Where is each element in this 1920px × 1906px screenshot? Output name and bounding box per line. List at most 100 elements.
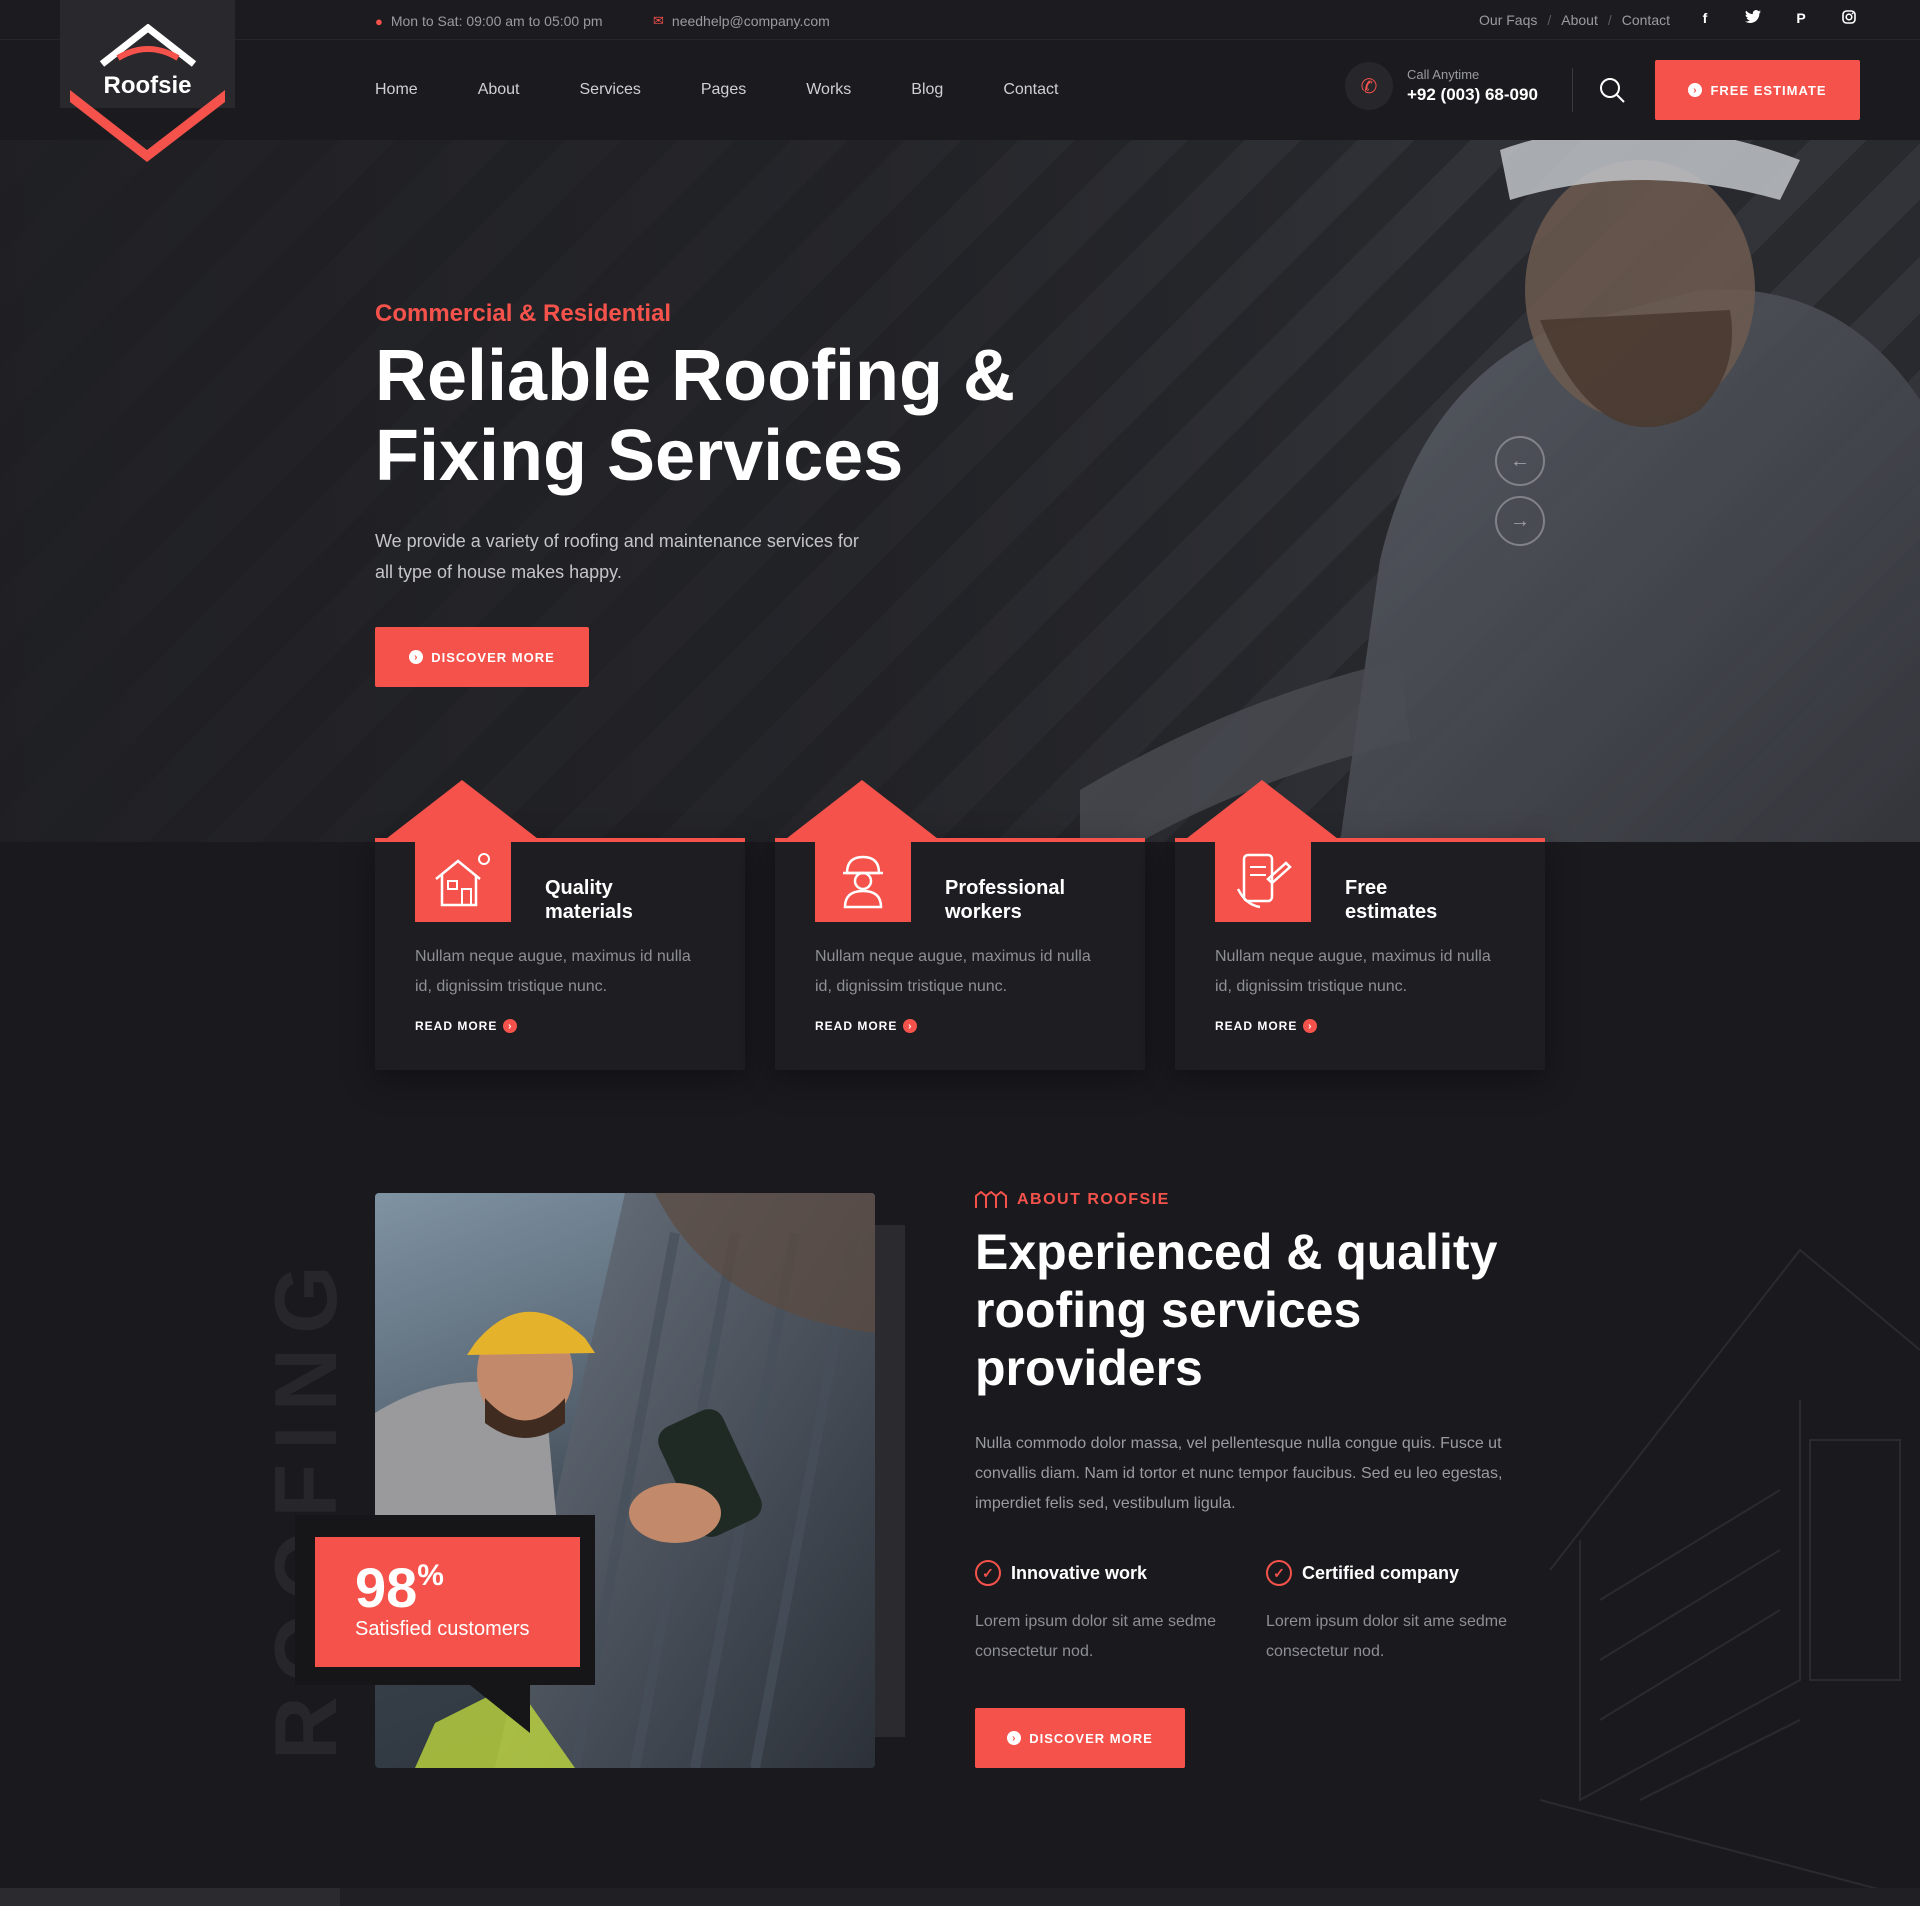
contact-email[interactable]: ✉ needhelp@company.com bbox=[653, 13, 830, 29]
feature-title-line: estimates bbox=[1345, 901, 1438, 923]
stat-label: Satisfied customers bbox=[355, 1618, 530, 1640]
arrow-right-icon: → bbox=[1510, 509, 1530, 532]
search-icon[interactable] bbox=[1598, 76, 1626, 104]
about-description-line: Nulla commodo dolor massa, vel pellentes… bbox=[975, 1435, 1502, 1452]
slider-next-button[interactable]: → bbox=[1495, 496, 1545, 546]
feature-description-line: Nullam neque augue, maximus id nulla bbox=[415, 948, 691, 965]
main-header: Home About Services Pages Works Blog Con… bbox=[0, 40, 1920, 140]
nav-pages[interactable]: Pages bbox=[701, 81, 746, 99]
arrow-circle-icon: › bbox=[1007, 1731, 1022, 1745]
hero-description: We provide a variety of roofing and main… bbox=[375, 526, 915, 588]
nav-contact[interactable]: Contact bbox=[1003, 81, 1058, 99]
call-anytime[interactable]: ✆ Call Anytime +92 (003) 68-090 bbox=[1345, 62, 1538, 110]
about-title-line: providers bbox=[975, 1340, 1203, 1396]
about-feature-title: ✓ Innovative work bbox=[975, 1560, 1147, 1586]
read-more-link[interactable]: READ MORE › bbox=[1215, 1019, 1318, 1033]
stat-pointer bbox=[470, 1685, 530, 1733]
top-bar: ● Mon to Sat: 09:00 am to 05:00 pm ✉ nee… bbox=[0, 0, 1920, 40]
top-links: Our Faqs / About / Contact bbox=[1479, 12, 1670, 28]
nav-services[interactable]: Services bbox=[580, 81, 641, 99]
top-link-about[interactable]: About bbox=[1561, 12, 1598, 28]
envelope-icon: ✉ bbox=[653, 13, 664, 28]
free-estimate-label: FREE ESTIMATE bbox=[1710, 82, 1827, 98]
read-more-label: READ MORE bbox=[415, 1019, 498, 1033]
feature-title: Free estimates bbox=[1345, 876, 1525, 924]
check-circle-icon: ✓ bbox=[1266, 1560, 1292, 1586]
twitter-icon[interactable] bbox=[1744, 10, 1762, 27]
instagram-icon[interactable] bbox=[1840, 10, 1858, 27]
about-description-line: imperdiet felis sed, vestibulum ligula. bbox=[975, 1495, 1236, 1512]
arrow-circle-icon: › bbox=[903, 1019, 918, 1033]
separator: / bbox=[1547, 12, 1552, 28]
about-discover-label: DISCOVER MORE bbox=[1029, 1730, 1153, 1746]
feature-description-line: id, dignissim tristique nunc. bbox=[815, 978, 1008, 995]
about-title-line: roofing services bbox=[975, 1282, 1362, 1338]
about-title: Experienced & quality roofing services p… bbox=[975, 1223, 1535, 1397]
house-icon bbox=[415, 838, 511, 922]
phone-icon: ✆ bbox=[1345, 62, 1393, 110]
about-feature-description: Lorem ipsum dolor sit ame sedme consecte… bbox=[975, 1607, 1235, 1667]
about-description-line: convallis diam. Nam id tortor et nunc te… bbox=[975, 1465, 1503, 1482]
phone-number[interactable]: +92 (003) 68-090 bbox=[1407, 85, 1538, 105]
hero-discover-label: DISCOVER MORE bbox=[431, 649, 555, 665]
estimate-icon bbox=[1215, 838, 1311, 922]
clock-icon: ● bbox=[375, 13, 383, 29]
card-roof-shape bbox=[1182, 780, 1342, 842]
separator: / bbox=[1607, 12, 1612, 28]
about-feature-description-line: consectetur nod. bbox=[1266, 1643, 1385, 1660]
hero-description-line: all type of house makes happy. bbox=[375, 562, 622, 582]
nav-works[interactable]: Works bbox=[806, 81, 851, 99]
feature-description-line: Nullam neque augue, maximus id nulla bbox=[1215, 948, 1491, 965]
about-feature-description: Lorem ipsum dolor sit ame sedme consecte… bbox=[1266, 1607, 1526, 1667]
hero-title-line: Fixing Services bbox=[375, 416, 904, 496]
about-feature-label: Innovative work bbox=[1011, 1562, 1148, 1583]
hero-title: Reliable Roofing & Fixing Services bbox=[375, 336, 1075, 496]
feature-description: Nullam neque augue, maximus id nulla id,… bbox=[415, 942, 715, 1002]
read-more-link[interactable]: READ MORE › bbox=[415, 1019, 518, 1033]
arrow-circle-icon: › bbox=[1303, 1019, 1318, 1033]
arrow-left-icon: ← bbox=[1510, 449, 1530, 472]
read-more-link[interactable]: READ MORE › bbox=[815, 1019, 918, 1033]
logo-text: Roofsie bbox=[103, 72, 192, 99]
hero-description-line: We provide a variety of roofing and main… bbox=[375, 531, 859, 551]
feature-description: Nullam neque augue, maximus id nulla id,… bbox=[815, 942, 1115, 1002]
working-hours: ● Mon to Sat: 09:00 am to 05:00 pm bbox=[375, 13, 603, 29]
roof-logo-icon bbox=[99, 24, 197, 67]
facebook-icon[interactable]: f bbox=[1696, 10, 1714, 27]
top-link-contact[interactable]: Contact bbox=[1622, 12, 1670, 28]
about-feature-label: Certified company bbox=[1302, 1562, 1460, 1583]
social-links: f P bbox=[1696, 10, 1858, 27]
about-discover-button[interactable]: › DISCOVER MORE bbox=[975, 1708, 1185, 1768]
nav-blog[interactable]: Blog bbox=[911, 81, 943, 99]
email-text[interactable]: needhelp@company.com bbox=[672, 13, 830, 29]
hero-discover-button[interactable]: › DISCOVER MORE bbox=[375, 627, 589, 687]
feature-title: Professional workers bbox=[945, 876, 1125, 924]
hero-section: Commercial & Residential Reliable Roofin… bbox=[0, 140, 1920, 842]
read-more-label: READ MORE bbox=[1215, 1019, 1298, 1033]
about-tag-text: ABOUT ROOFSIE bbox=[1017, 1191, 1170, 1208]
slider-prev-button[interactable]: ← bbox=[1495, 436, 1545, 486]
feature-title-line: materials bbox=[545, 901, 633, 923]
about-feature-title: ✓ Certified company bbox=[1266, 1560, 1459, 1586]
pinterest-icon[interactable]: P bbox=[1792, 10, 1810, 27]
working-hours-text: Mon to Sat: 09:00 am to 05:00 pm bbox=[390, 13, 603, 29]
roof-tag-icon bbox=[975, 1191, 1007, 1208]
feature-description-line: id, dignissim tristique nunc. bbox=[1215, 978, 1408, 995]
worker-icon bbox=[815, 838, 911, 922]
logo[interactable]: Roofsie bbox=[60, 0, 235, 165]
nav-home[interactable]: Home bbox=[375, 81, 418, 99]
feature-title-line: workers bbox=[945, 901, 1022, 923]
card-roof-shape bbox=[382, 780, 542, 842]
call-label: Call Anytime bbox=[1407, 67, 1480, 82]
feature-description-line: id, dignissim tristique nunc. bbox=[415, 978, 608, 995]
free-estimate-button[interactable]: › FREE ESTIMATE bbox=[1655, 60, 1860, 120]
stat-unit: % bbox=[417, 1559, 444, 1592]
image-shadow-block bbox=[870, 1225, 905, 1737]
main-nav: Home About Services Pages Works Blog Con… bbox=[375, 81, 1118, 99]
nav-about[interactable]: About bbox=[478, 81, 520, 99]
feature-title-line: Free bbox=[1345, 877, 1388, 899]
feature-title-line: Quality bbox=[545, 877, 613, 899]
house-line-drawing bbox=[1540, 1248, 1920, 1900]
top-link-faqs[interactable]: Our Faqs bbox=[1479, 12, 1537, 28]
read-more-label: READ MORE bbox=[815, 1019, 898, 1033]
